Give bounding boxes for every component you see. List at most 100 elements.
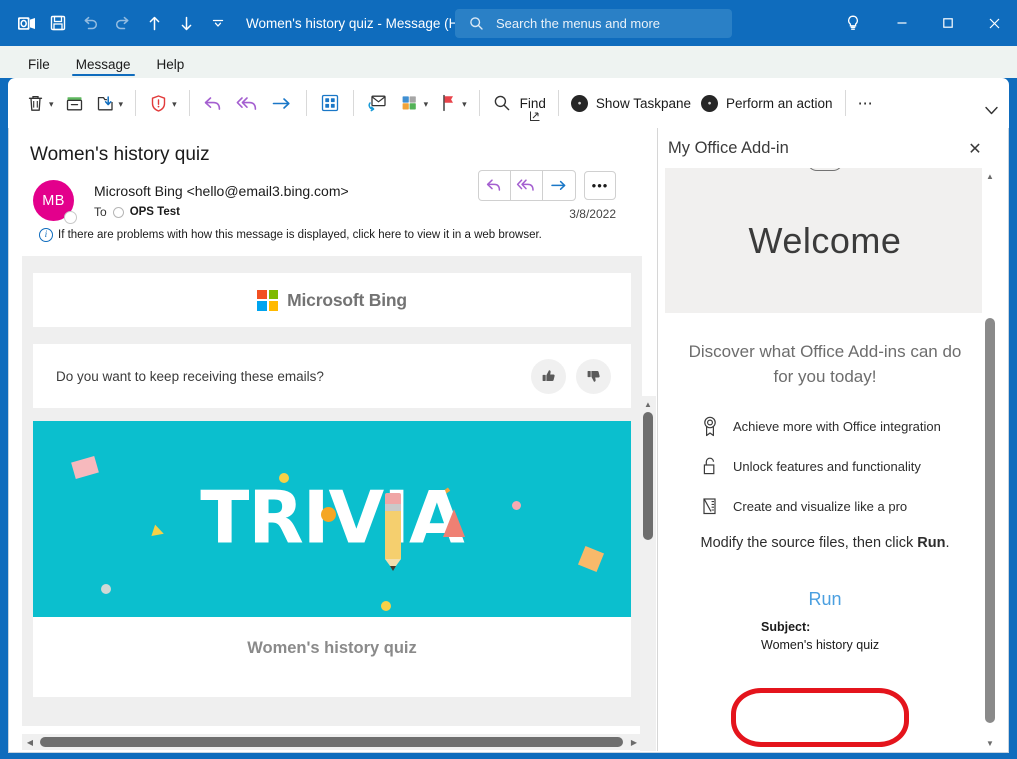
lightbulb-icon[interactable] <box>833 0 873 46</box>
show-taskpane-label: Show Taskpane <box>595 95 691 111</box>
scroll-up-icon[interactable]: ▲ <box>982 168 998 184</box>
welcome-hero: Welcome <box>665 168 985 313</box>
forward-button[interactable] <box>543 171 575 200</box>
chevron-down-icon[interactable]: ▾ <box>424 99 429 109</box>
addin-dot-icon: ● <box>570 94 588 112</box>
quiz-title: Women's history quiz <box>247 639 417 657</box>
move-to-folder-icon <box>97 95 113 110</box>
scroll-thumb[interactable] <box>985 318 995 723</box>
customize-quick-access-toolbar-icon[interactable] <box>202 8 234 38</box>
maximize-button[interactable] <box>925 0 971 46</box>
flag-icon <box>443 94 454 112</box>
ribbon-divider <box>557 90 559 116</box>
title-bar: Women's history quiz - Message (HT... Se… <box>0 0 1017 46</box>
taskpane-vertical-scrollbar[interactable]: ▲ ▼ <box>982 168 998 751</box>
taskpane-title: My Office Add-in <box>668 138 789 157</box>
junk-button[interactable]: ▾ <box>143 85 182 121</box>
scroll-left-icon[interactable]: ◀ <box>22 734 38 750</box>
trivia-banner: TRIVIA <box>33 421 631 617</box>
subject-label: Subject: <box>761 620 811 635</box>
thumbs-up-icon[interactable] <box>531 358 566 394</box>
perform-an-action-label: Perform an action <box>726 95 833 111</box>
reply-button[interactable] <box>197 85 230 121</box>
ribbon-tab-strip: File Message Help <box>0 46 1017 78</box>
move-button[interactable]: ▾ <box>90 85 129 121</box>
redo-icon[interactable] <box>106 8 138 38</box>
scroll-thumb[interactable] <box>643 412 653 540</box>
scroll-down-icon[interactable]: ▼ <box>982 735 998 751</box>
more-commands-button[interactable]: ⋯ <box>853 85 880 121</box>
rules-button[interactable] <box>361 85 394 121</box>
close-button[interactable] <box>971 0 1017 46</box>
perform-an-action-button[interactable]: ● Perform an action <box>696 85 838 121</box>
close-icon[interactable]: ✕ <box>964 138 986 160</box>
collapse-ribbon-icon[interactable] <box>984 105 999 119</box>
message-sender[interactable]: Microsoft Bing <hello@email3.bing.com> <box>94 183 349 199</box>
microsoft-bing-logo: Microsoft Bing <box>257 289 407 311</box>
quick-access-toolbar <box>0 8 234 38</box>
trivia-r-counter-dot <box>321 507 336 522</box>
reply-all-button[interactable] <box>511 171 543 200</box>
to-label: To <box>94 205 107 219</box>
info-bar[interactable]: i If there are problems with how this me… <box>39 228 542 242</box>
find-button[interactable]: Find <box>487 85 551 121</box>
chevron-down-icon[interactable]: ▾ <box>172 99 177 109</box>
ribbon-divider <box>305 90 307 116</box>
avatar[interactable]: MB <box>33 180 77 224</box>
chevron-down-icon[interactable]: ▾ <box>119 99 124 109</box>
save-icon[interactable] <box>42 8 74 38</box>
chart-create-icon <box>703 498 716 515</box>
chevron-down-icon[interactable]: ▾ <box>462 99 467 109</box>
taskpane-tagline: Discover what Office Add-ins can do for … <box>688 342 962 386</box>
taskpane-header: My Office Add-in ✕ <box>658 128 1008 168</box>
scroll-right-icon[interactable]: ▶ <box>626 734 642 750</box>
tab-message[interactable]: Message <box>66 54 141 78</box>
modify-bold-run: Run <box>917 535 946 552</box>
quick-steps-button[interactable] <box>314 85 346 121</box>
feature-item: Achieve more with Office integration <box>700 415 992 437</box>
quiz-title-card: Women's history quiz <box>33 617 631 697</box>
reading-pane: Women's history quiz MB Microsoft Bing <… <box>9 128 657 751</box>
forward-button[interactable] <box>265 85 299 121</box>
ribbon-divider <box>844 90 846 116</box>
info-bar-text: If there are problems with how this mess… <box>58 229 542 241</box>
find-label: Find <box>519 95 546 111</box>
more-actions-button[interactable]: ••• <box>584 171 616 200</box>
ribbon-divider <box>478 90 480 116</box>
search-icon <box>470 17 483 30</box>
previous-item-icon[interactable] <box>138 8 170 38</box>
archive-button[interactable] <box>59 85 90 121</box>
run-link[interactable]: Run <box>658 589 992 610</box>
scroll-up-icon[interactable]: ▲ <box>640 396 656 412</box>
feature-label: Unlock features and functionality <box>733 458 921 474</box>
undo-icon[interactable] <box>74 8 106 38</box>
delete-button[interactable]: ▾ <box>20 85 59 121</box>
ellipsis-icon: ⋯ <box>857 95 875 112</box>
recipient-presence-icon <box>112 206 124 218</box>
outlook-app-icon[interactable] <box>10 8 42 38</box>
feature-item: Unlock features and functionality <box>700 455 992 477</box>
tab-help[interactable]: Help <box>147 54 195 78</box>
reply-button[interactable] <box>479 171 511 200</box>
chevron-down-icon[interactable]: ▾ <box>49 99 54 109</box>
presence-indicator <box>64 211 77 224</box>
minimize-button[interactable] <box>879 0 925 46</box>
unlock-padlock-icon <box>703 457 715 475</box>
show-taskpane-button[interactable]: ● Show Taskpane <box>566 85 696 121</box>
tags-dialog-launcher[interactable] <box>529 110 541 125</box>
scroll-thumb[interactable] <box>40 737 623 747</box>
recipient-name[interactable]: OPS Test <box>130 206 180 218</box>
reply-all-button[interactable] <box>230 85 265 121</box>
thumbs-down-icon[interactable] <box>576 358 611 394</box>
body-vertical-scrollbar[interactable]: ▲ ▼ <box>640 396 656 751</box>
follow-up-button[interactable]: ▾ <box>433 85 472 121</box>
tab-file[interactable]: File <box>18 54 60 78</box>
categorize-button[interactable]: ▾ <box>394 85 434 121</box>
search-input[interactable]: Search the menus and more <box>455 9 732 38</box>
window-controls <box>833 0 1017 46</box>
body-horizontal-scrollbar[interactable]: ◀ ▶ <box>22 734 642 750</box>
welcome-heading: Welcome <box>748 219 902 261</box>
next-item-icon[interactable] <box>170 8 202 38</box>
message-date: 3/8/2022 <box>569 207 616 221</box>
categorize-squares-icon <box>402 96 416 110</box>
